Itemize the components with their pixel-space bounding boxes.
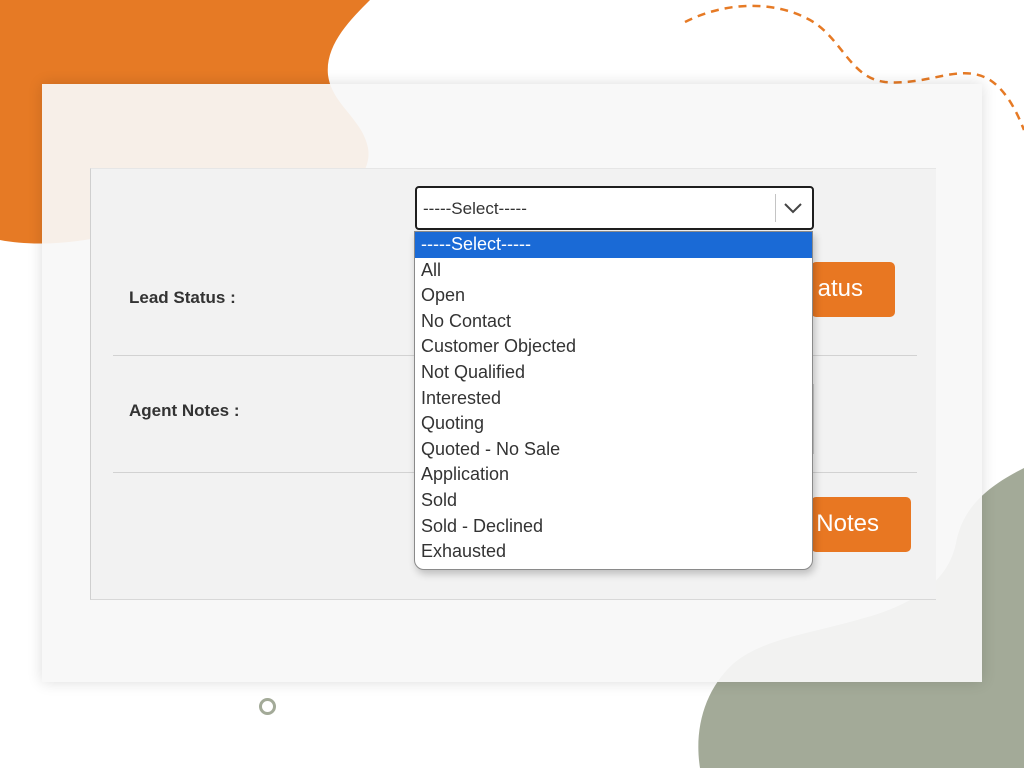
- lead-status-select-value: -----Select-----: [423, 199, 527, 218]
- dropdown-option-sold[interactable]: Sold: [415, 488, 812, 514]
- dropdown-option-no-contact[interactable]: No Contact: [415, 309, 812, 335]
- dropdown-option-exhausted[interactable]: Exhausted: [415, 539, 812, 565]
- dropdown-option-quoted-no-sale[interactable]: Quoted - No Sale: [415, 437, 812, 463]
- chevron-down-icon: [784, 203, 802, 214]
- dropdown-option-not-qualified[interactable]: Not Qualified: [415, 360, 812, 386]
- dropdown-option-application[interactable]: Application: [415, 462, 812, 488]
- select-separator: [775, 194, 776, 222]
- agent-notes-label: Agent Notes :: [129, 401, 240, 420]
- lead-status-select[interactable]: -----Select-----: [415, 186, 814, 230]
- dropdown-option-quoting[interactable]: Quoting: [415, 411, 812, 437]
- dropdown-option-customer-objected[interactable]: Customer Objected: [415, 334, 812, 360]
- save-notes-button-label: Notes: [816, 510, 879, 537]
- dropdown-option-all[interactable]: All: [415, 258, 812, 284]
- screenshot-stage: Lead Status : -----Select----- atus Agen…: [0, 0, 1024, 768]
- save-notes-button[interactable]: Notes: [811, 497, 911, 552]
- update-status-button-label: atus: [817, 275, 863, 302]
- update-status-button[interactable]: atus: [811, 262, 895, 317]
- dropdown-option-select[interactable]: -----Select-----: [415, 232, 812, 258]
- lead-status-label: Lead Status :: [129, 288, 236, 307]
- dropdown-option-open[interactable]: Open: [415, 283, 812, 309]
- lead-status-dropdown-list: -----Select----- All Open No Contact Cus…: [414, 231, 813, 570]
- ring-decoration: [259, 698, 276, 715]
- dropdown-option-sold-declined[interactable]: Sold - Declined: [415, 514, 812, 540]
- dropdown-option-interested[interactable]: Interested: [415, 386, 812, 412]
